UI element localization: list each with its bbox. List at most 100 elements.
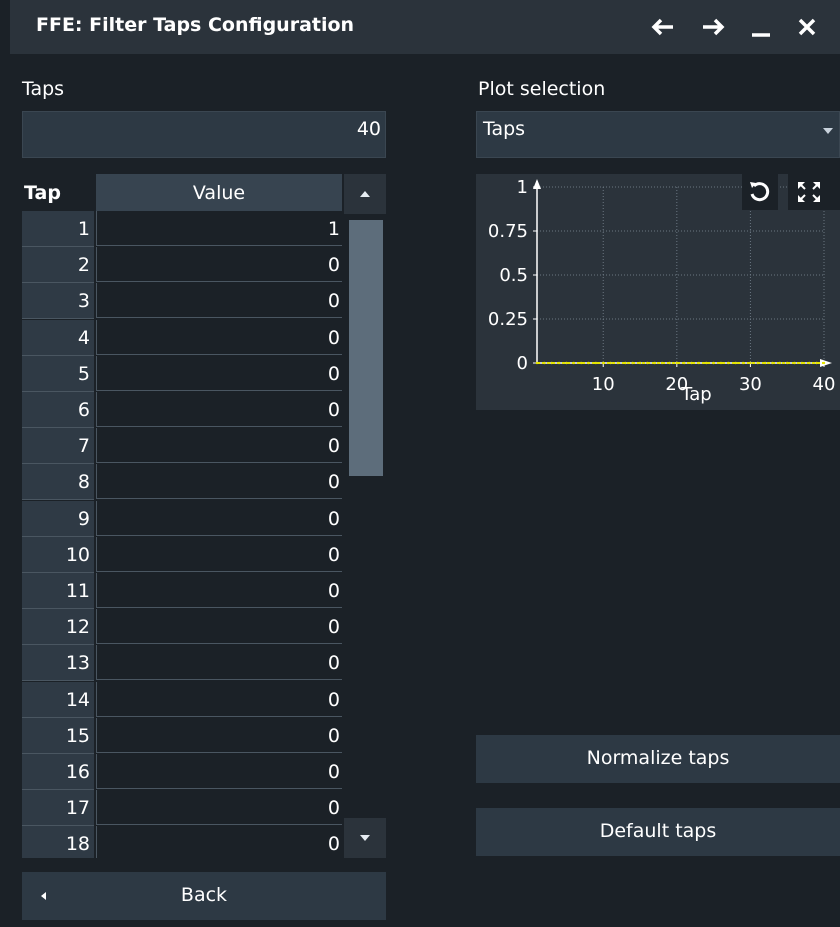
taps-data-point: [675, 361, 679, 365]
tap-value-cell[interactable]: 0: [96, 355, 342, 391]
tap-index-text: 9: [77, 507, 90, 530]
value-header-label: Value: [192, 182, 246, 204]
taps-data-point: [749, 361, 752, 365]
table-row[interactable]: 60: [22, 392, 342, 428]
table-row[interactable]: 14 0: [22, 681, 342, 718]
dropdown-caret-icon: [823, 128, 833, 134]
back-arrow-button[interactable]: [646, 10, 680, 44]
tap-index-text: 8: [77, 471, 90, 494]
reset-zoom-button[interactable]: [742, 174, 778, 210]
scroll-up-button[interactable]: [344, 174, 386, 214]
tap-value-cell[interactable]: 0: [96, 717, 342, 753]
tap-value-cell[interactable]: 0: [96, 573, 342, 608]
tap-value-cell[interactable]: 0: [96, 428, 342, 464]
tap-value-cell[interactable]: 0: [96, 283, 342, 319]
scroll-down-button[interactable]: [344, 818, 386, 858]
tap-value-cell[interactable]: 0: [96, 754, 342, 789]
tap-index-cell: 10: [22, 536, 94, 573]
plot-selection-value: Taps: [483, 118, 526, 140]
taps-table: Tap Value 1 1 2 0 3 0 4 0 5 0 6 0 7 0 8 0 9 0 10 0 11 0 12 0 13 0…: [22, 174, 342, 858]
taps-data-point: [557, 361, 561, 365]
tap-value-cell[interactable]: 0: [96, 500, 342, 536]
taps-data-point: [719, 361, 723, 365]
taps-data-point: [660, 361, 664, 365]
forward-arrow-button[interactable]: [696, 10, 730, 44]
table-row[interactable]: 16 0: [22, 754, 342, 790]
tap-value-cell[interactable]: 0: [96, 645, 342, 681]
default-taps-button[interactable]: Default taps: [476, 808, 840, 856]
taps-data-point: [646, 361, 649, 365]
table-row[interactable]: 18 0: [22, 826, 342, 858]
close-button[interactable]: [790, 10, 824, 44]
table-row[interactable]: 30: [22, 283, 342, 320]
tap-index-text: 4: [77, 326, 90, 349]
tap-index-cell: 2: [22, 247, 94, 284]
tap-value-text: 0: [327, 833, 340, 856]
taps-data-point: [808, 361, 811, 365]
table-row[interactable]: 15 0: [22, 717, 342, 754]
tap-index-text: 10: [65, 543, 90, 566]
table-row[interactable]: 10 0: [22, 536, 342, 573]
tap-index-text: 3: [77, 290, 90, 313]
taps-data-point: [602, 361, 605, 365]
taps-data-point: [822, 361, 826, 365]
fullscreen-button[interactable]: [788, 174, 840, 210]
tap-index-cell: 11: [22, 573, 94, 609]
table-row[interactable]: 11: [22, 211, 342, 247]
table-row[interactable]: 70: [22, 428, 342, 465]
taps-data-point: [712, 361, 715, 365]
table-row[interactable]: 40: [22, 319, 342, 356]
scrollbar-thumb[interactable]: [349, 220, 383, 476]
tap-index-cell: 16: [22, 754, 94, 790]
tap-value-cell[interactable]: 0: [96, 392, 342, 427]
taps-input[interactable]: 40: [22, 111, 386, 158]
normalize-taps-button[interactable]: Normalize taps: [476, 735, 840, 783]
table-row[interactable]: 50: [22, 355, 342, 392]
taps-data-point: [653, 361, 656, 365]
tap-value-text: 0: [327, 290, 340, 313]
taps-data-point: [682, 361, 686, 365]
table-row[interactable]: 80: [22, 464, 342, 501]
tap-value-cell[interactable]: 1: [96, 211, 342, 246]
tap-value-cell[interactable]: 0: [96, 790, 342, 826]
tap-value-cell[interactable]: 0: [96, 681, 342, 717]
tap-value-cell[interactable]: 0: [96, 609, 342, 645]
plot-selection-dropdown[interactable]: Taps: [476, 111, 840, 158]
minimize-button[interactable]: [744, 10, 778, 44]
table-scrollbar[interactable]: [344, 174, 386, 858]
table-row[interactable]: 20: [22, 247, 342, 284]
back-button[interactable]: Back: [22, 872, 386, 920]
table-row[interactable]: 17 0: [22, 790, 342, 827]
tap-value-text: 0: [327, 580, 340, 602]
y-tick-label: 0.5: [499, 265, 528, 286]
taps-data-point: [734, 361, 737, 365]
tap-column-header[interactable]: Tap: [22, 174, 96, 211]
taps-data-point: [572, 361, 575, 365]
table-row[interactable]: 90: [22, 500, 342, 537]
tap-value-cell[interactable]: 0: [96, 319, 342, 355]
tap-index-cell: 4: [22, 319, 94, 356]
tap-index-cell: 8: [22, 464, 94, 501]
tap-value-cell[interactable]: 0: [96, 826, 342, 858]
tap-value-cell[interactable]: 0: [96, 464, 342, 500]
taps-data-point: [690, 361, 693, 365]
taps-data-point: [565, 361, 568, 365]
table-row[interactable]: 11 0: [22, 573, 342, 609]
taps-data-point: [631, 361, 634, 365]
tap-value-text: 0: [327, 362, 340, 385]
tap-value-cell[interactable]: 0: [96, 536, 342, 572]
tap-index-cell: 6: [22, 392, 94, 428]
tap-value-text: 0: [327, 254, 340, 277]
table-row[interactable]: 13 0: [22, 645, 342, 682]
tap-value-text: 0: [327, 797, 340, 820]
tap-value-text: 0: [327, 507, 340, 530]
value-column-header[interactable]: Value: [96, 174, 342, 211]
tap-index-cell: 14: [22, 681, 94, 718]
table-row[interactable]: 12 0: [22, 609, 342, 646]
tap-index-text: 1: [77, 218, 90, 240]
taps-data-point: [771, 361, 774, 365]
x-tick-label: 40: [813, 374, 836, 395]
tap-value-text: 0: [327, 652, 340, 675]
taps-data-point: [800, 361, 804, 365]
tap-value-cell[interactable]: 0: [96, 247, 342, 283]
